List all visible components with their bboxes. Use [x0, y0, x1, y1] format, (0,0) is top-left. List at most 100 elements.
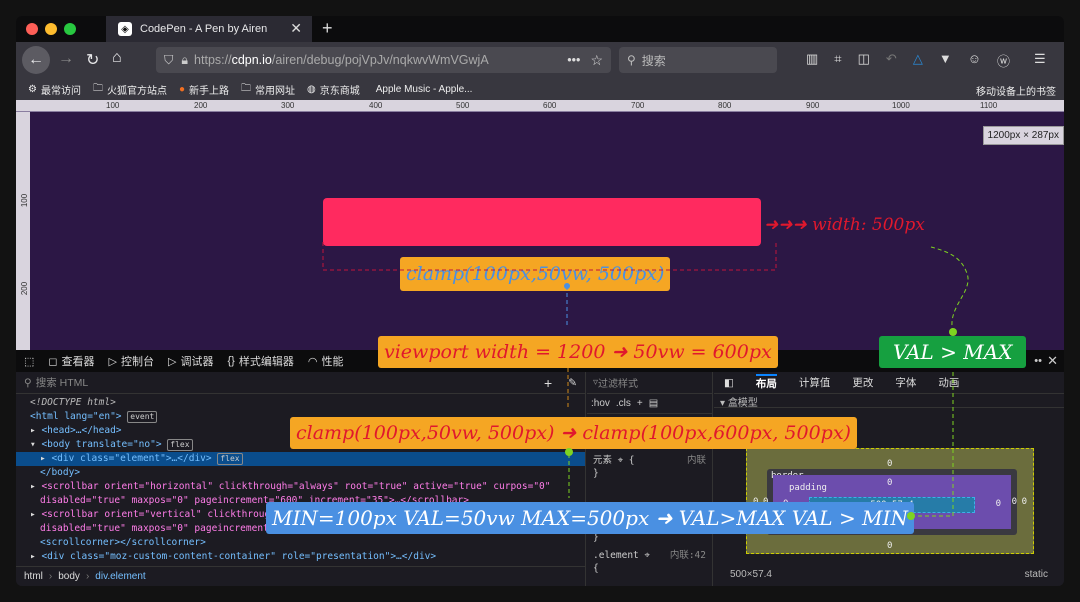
border-top-value[interactable]: 0 — [887, 459, 892, 469]
more-icon[interactable]: ••• — [567, 53, 580, 67]
search-icon: ⚲ — [24, 376, 32, 389]
viewport-width-note: viewport width = 1200 ➜ 50vw = 600px — [378, 336, 778, 368]
library-icon[interactable]: ▥ — [806, 51, 818, 70]
rule-source-link[interactable]: 内联:42 — [670, 549, 706, 562]
star-icon[interactable]: ☆ — [590, 52, 603, 69]
undo-icon[interactable]: ↶ — [886, 51, 897, 70]
cls-toggle[interactable]: .cls — [616, 398, 631, 409]
element-position: static — [1024, 569, 1048, 580]
close-devtools-icon[interactable]: ✕ — [1047, 353, 1058, 369]
breadcrumb-item[interactable]: html — [24, 571, 43, 582]
more-options-icon[interactable]: •• — [1034, 355, 1042, 367]
tab-style-editor[interactable]: {} 样式编辑器 — [227, 353, 293, 369]
ruler-tick: 600 — [543, 101, 557, 110]
bookmark-label: Apple Music - Apple... — [375, 83, 473, 95]
account-icon[interactable]: ☺ — [968, 51, 981, 70]
crop-icon[interactable]: ⌗ — [834, 51, 841, 70]
close-window-button[interactable] — [26, 23, 38, 35]
code-line[interactable]: ▸ <scrollbar orient="horizontal" clickth… — [30, 480, 585, 494]
console-icon: ▷ — [108, 355, 118, 368]
margin-bottom-value[interactable]: 0 — [887, 541, 892, 551]
breadcrumb-item[interactable]: div.element — [95, 571, 145, 582]
tab-computed[interactable]: 计算值 — [799, 375, 831, 390]
rules-pane: ▿ 过滤样式 :hov .cls + ▤ 元素 ⌖ { 内联 } #f36; }… — [587, 372, 713, 586]
mobile-bookmarks[interactable]: 移动设备上的书签 — [976, 83, 1056, 98]
extension-triangle-icon[interactable]: △ — [913, 51, 923, 70]
padding-right-value[interactable]: 0 — [996, 499, 1001, 509]
url-prefix: https:// — [194, 53, 232, 67]
code-line-selected[interactable]: ▸ <div class="element">…</div> flex — [16, 452, 585, 466]
devtools-panel: ⬚ ◻ 查看器 ▷ 控制台 ▷ 调试器 {} 样式编辑器 ◠ 性能 •• ✕ ⚲ 搜索 H… — [16, 350, 1064, 586]
body-tag: <body translate="no"> — [41, 439, 162, 450]
code-line[interactable]: ▸ <div class="moz-custom-content-contain… — [30, 550, 585, 564]
search-html-input[interactable]: ⚲ 搜索 HTML + ✎ — [16, 372, 585, 394]
toggle-sidebar-icon[interactable]: ◧ — [724, 377, 734, 389]
flex-badge[interactable]: flex — [217, 453, 243, 465]
forward-button[interactable]: → — [58, 50, 74, 68]
add-rule-icon[interactable]: + — [637, 398, 643, 409]
breadcrumb: html › body › div.element — [16, 566, 585, 586]
element-box[interactable] — [323, 198, 761, 246]
bookmark-label: 常用网址 — [255, 85, 296, 97]
border-right-value[interactable]: 0 — [1012, 497, 1017, 507]
tab-performance[interactable]: ◠ 性能 — [308, 353, 344, 369]
filter-styles-input[interactable]: ▿ 过滤样式 — [587, 372, 712, 394]
url-bar[interactable]: ⛉ 🔒︎ https://cdpn.io/airen/debug/pojVpJv… — [156, 47, 611, 73]
tab-changes[interactable]: 更改 — [852, 375, 873, 390]
margin-right-value[interactable]: 0 — [1022, 497, 1027, 507]
nav-bar: ← → ↻ ⌂ ⛉ 🔒︎ https://cdpn.io/airen/debug… — [16, 42, 1064, 78]
back-button[interactable]: ← — [22, 46, 50, 74]
padding-top-value[interactable]: 0 — [887, 478, 892, 488]
ruler-tick: 200 — [194, 101, 208, 110]
tab-debugger[interactable]: ▷ 调试器 — [168, 353, 213, 369]
sidebar-icon[interactable]: ◫ — [858, 51, 870, 70]
ruler-tick: 500 — [456, 101, 470, 110]
braces-icon: {} — [227, 355, 235, 367]
eyedropper-icon[interactable]: ✎ — [568, 377, 577, 389]
folder-icon: 🗀 — [241, 82, 252, 94]
tab-animations[interactable]: 动画 — [938, 375, 959, 390]
new-tab-button[interactable]: + — [322, 18, 333, 39]
add-node-icon[interactable]: + — [544, 375, 552, 391]
scrollbar-tag: <scrollbar orient="horizontal" clickthro… — [41, 481, 551, 492]
layout-tabs: ◧ 布局 计算值 更改 字体 动画 — [714, 372, 1064, 394]
search-input[interactable]: ⚲ 搜索 — [619, 47, 777, 73]
tab-layout[interactable]: 布局 — [755, 374, 777, 391]
tab-label: 控制台 — [121, 356, 155, 368]
minimize-window-button[interactable] — [45, 23, 57, 35]
pick-element-icon[interactable]: ⬚ — [24, 355, 34, 368]
ruler-tick: 700 — [631, 101, 645, 110]
home-button[interactable]: ⌂ — [112, 49, 122, 67]
browser-tab[interactable]: ◈ CodePen - A Pen by Airen ✕ — [106, 16, 312, 42]
tab-label: 样式编辑器 — [238, 356, 294, 368]
bookmark-item[interactable]: Apple Music - Apple... — [372, 84, 473, 95]
tab-inspector[interactable]: ◻ 查看器 — [48, 353, 94, 369]
bookmark-item[interactable]: ⚙ 最常访问 — [28, 82, 81, 97]
breadcrumb-item[interactable]: body — [58, 571, 80, 582]
val-max-note: VAL > MAX — [879, 336, 1027, 368]
flex-badge[interactable]: flex — [167, 439, 193, 451]
extension-w-icon[interactable]: ⓦ — [997, 51, 1010, 70]
browser-window: ◈ CodePen - A Pen by Airen ✕ + ← → ↻ ⌂ ⛉… — [16, 16, 1064, 586]
bookmark-item[interactable]: ● 新手上路 — [179, 82, 229, 97]
menu-icon[interactable]: ☰ — [1034, 51, 1046, 70]
bookmark-item[interactable]: 🗀 火狐官方站点 — [93, 81, 167, 98]
horizontal-ruler: 100 200 300 400 500 600 700 800 900 1000… — [16, 100, 1064, 112]
ruler-tick: 100 — [20, 193, 30, 208]
maximize-window-button[interactable] — [64, 23, 76, 35]
div-tag: <div class="element">…</div> — [51, 453, 212, 464]
search-html-placeholder: 搜索 HTML — [35, 377, 89, 389]
print-icon[interactable]: ▤ — [649, 398, 658, 409]
tab-fonts[interactable]: 字体 — [895, 375, 916, 390]
vue-icon[interactable]: ▼ — [939, 51, 952, 70]
width-label: ➜➜➜ width: 500px — [764, 215, 925, 235]
bookmark-item[interactable]: ◍ 京东商城 — [307, 82, 360, 97]
ruler-tick: 1100 — [980, 101, 998, 110]
tab-console[interactable]: ▷ 控制台 — [109, 353, 154, 369]
hov-toggle[interactable]: :hov — [591, 398, 610, 409]
close-tab-icon[interactable]: ✕ — [290, 20, 302, 37]
box-model-header[interactable]: ▾ 盒模型 — [714, 394, 1064, 409]
reload-button[interactable]: ↻ — [86, 50, 99, 70]
event-badge[interactable]: event — [127, 411, 158, 423]
bookmark-item[interactable]: 🗀 常用网址 — [241, 81, 295, 98]
